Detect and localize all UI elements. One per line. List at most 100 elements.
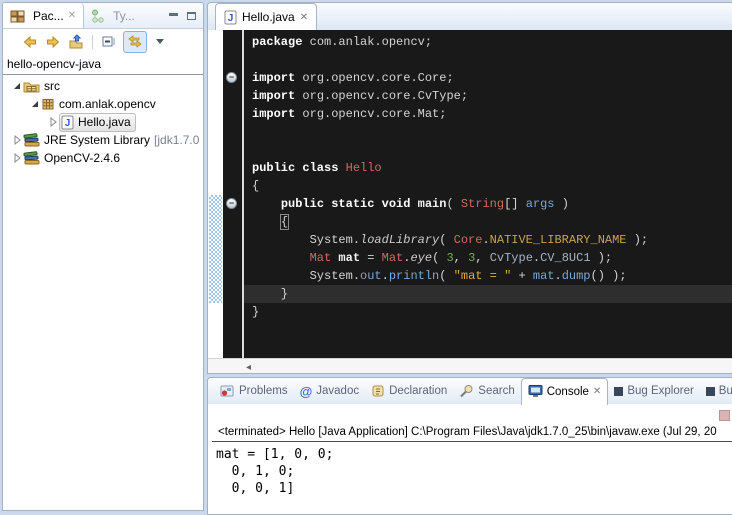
code-line[interactable]: public static void main( String[] args ) [244,195,732,213]
package-folder-icon [23,79,40,93]
tab-label: Console [547,386,589,398]
library-icon [23,151,40,165]
code-line[interactable]: { [244,213,732,231]
tree-header-divider [3,74,203,75]
console-status-line: <terminated> Hello [Java Application] C:… [212,425,732,442]
code-line[interactable]: System.out.println( "mat = " + mat.dump(… [244,267,732,285]
code-line[interactable]: { [244,177,732,195]
code-line[interactable]: } [244,303,732,321]
tab-type-hierarchy[interactable]: Ty... [84,3,142,28]
tab-label: Bug Explorer [627,385,693,397]
expand-collapse-icon[interactable] [47,117,59,127]
package-explorer-panel: Pac... ✕ Ty... [2,2,204,511]
expand-collapse-icon[interactable] [11,81,23,91]
editor-body: −− package com.anlak.opencv; import org.… [208,30,732,358]
tab-problems[interactable]: Problems [214,378,294,404]
editor-tabbar: J Hello.java ✕ [208,3,732,30]
horizontal-scrollbar[interactable]: ◂ [208,358,732,374]
console-panel: Problems @ Javadoc Declaration Search Co… [207,377,732,515]
selected-item-highlight[interactable]: J Hello.java [59,113,136,132]
go-into-folder-icon[interactable] [67,33,85,51]
editor-tab-label: Hello.java [242,10,295,24]
view-menu-icon[interactable] [156,39,164,44]
problems-icon [220,384,235,398]
maximize-icon[interactable] [187,12,196,20]
java-file-icon: J [61,115,74,130]
tab-package-explorer[interactable]: Pac... ✕ [3,3,84,28]
tree-item-decorator: [jdk1.7.0 [154,133,199,147]
declaration-icon [371,384,385,398]
link-with-editor-icon[interactable] [123,31,147,53]
tab-declaration[interactable]: Declaration [365,378,453,404]
code-line[interactable]: System.loadLibrary( Core.NATIVE_LIBRARY_… [244,231,732,249]
console-output-line: mat = [1, 0, 0; [216,446,732,463]
library-icon [23,133,40,147]
expand-collapse-icon[interactable] [11,135,23,145]
code-line[interactable]: } [244,285,732,303]
tree-item-opencv-library[interactable]: OpenCV-2.4.6 [3,149,203,167]
expand-collapse-icon[interactable] [11,153,23,163]
console-tabbar: Problems @ Javadoc Declaration Search Co… [208,378,732,404]
fold-gutter[interactable]: −− [223,30,242,358]
svg-text:J: J [228,13,234,24]
tab-label: Search [478,385,514,397]
editor-tab-hello-java[interactable]: J Hello.java ✕ [215,3,317,30]
bug-icon [706,387,715,396]
tab-javadoc[interactable]: @ Javadoc [294,378,366,404]
code-line[interactable] [244,51,732,69]
java-file-icon: J [224,10,237,25]
tab-console[interactable]: Console ✕ [521,378,609,405]
console-output-line: 0, 1, 0; [216,463,732,480]
code-line[interactable] [244,123,732,141]
collapse-all-icon[interactable] [100,33,118,51]
tab-label: Declaration [389,385,447,397]
tab-search[interactable]: Search [453,378,520,404]
search-icon [459,384,474,398]
tree-item-hello-java[interactable]: J Hello.java [3,113,203,131]
bug-icon [614,387,623,396]
javadoc-icon: @ [300,384,313,399]
tab-bug[interactable]: Bug [700,378,732,404]
tree-item-package[interactable]: com.anlak.opencv [3,95,203,113]
tree-item-src[interactable]: src [3,77,203,95]
tab-label: Pac... [33,9,64,23]
back-arrow-icon[interactable] [21,33,39,51]
forward-arrow-icon[interactable] [44,33,62,51]
tree-item-jre-library[interactable]: JRE System Library [jdk1.7.0 [3,131,203,149]
tree-item-label: JRE System Library [44,133,150,147]
code-area[interactable]: package com.anlak.opencv; import org.ope… [244,30,732,358]
fold-minus-icon[interactable]: − [226,198,237,209]
tab-label: Bug [719,385,732,397]
console-toolbar [208,404,732,425]
expand-collapse-icon[interactable] [29,99,41,109]
tree-item-label: com.anlak.opencv [59,97,156,111]
console-icon [528,385,543,398]
annotation-ruler[interactable] [208,30,223,358]
project-tree: hello-opencv-java src com.anlak.opencv J… [3,54,203,167]
tab-bug-explorer[interactable]: Bug Explorer [608,378,699,404]
code-line[interactable]: import org.opencv.core.Core; [244,69,732,87]
package-explorer-tabbar: Pac... ✕ Ty... [3,3,203,29]
console-output-line: 0, 0, 1] [216,480,732,497]
code-line[interactable]: package com.anlak.opencv; [244,33,732,51]
tree-header: hello-opencv-java [3,54,203,73]
code-line[interactable]: import org.opencv.core.Mat; [244,105,732,123]
scroll-left-icon[interactable]: ◂ [246,363,251,373]
package-explorer-toolbar [3,29,203,54]
tab-label: Javadoc [316,385,359,397]
editor-panel: J Hello.java ✕ −− package com.anlak.open… [207,2,732,374]
package-icon [41,97,55,111]
code-line[interactable] [244,141,732,159]
code-line[interactable]: import org.opencv.core.CvType; [244,87,732,105]
code-line[interactable]: Mat mat = Mat.eye( 3, 3, CvType.CV_8UC1 … [244,249,732,267]
svg-text:J: J [65,118,71,129]
close-icon[interactable]: ✕ [300,12,308,23]
terminate-icon[interactable] [719,410,730,421]
minimize-icon[interactable] [169,12,178,20]
fold-minus-icon[interactable]: − [226,72,237,83]
close-icon[interactable]: ✕ [68,10,76,21]
tree-item-label: Hello.java [78,115,131,129]
close-icon[interactable]: ✕ [593,386,601,397]
code-line[interactable]: public class Hello [244,159,732,177]
console-output[interactable]: mat = [1, 0, 0; 0, 1, 0; 0, 0, 1] [208,442,732,497]
